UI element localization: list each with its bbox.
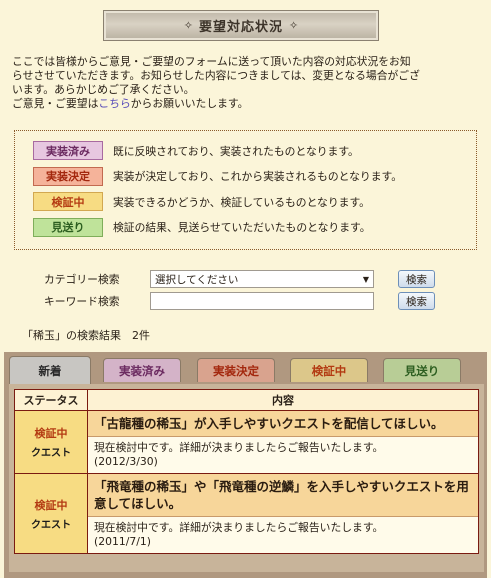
feedback-link[interactable]: こちら [98, 97, 130, 110]
results-title: 「稀玉」の検索結果 2件 [22, 329, 150, 342]
category-select[interactable]: 選択してください ▼ [150, 270, 374, 288]
legend-row: 実装済み 既に反映されており、実装されたものとなります。 [33, 138, 476, 163]
tab-new[interactable]: 新着 [9, 356, 91, 384]
request-title-line: 「飛竜種の稀玉」や「飛竜種の逆鱗」を入手しやすいクエストを用 [94, 479, 469, 494]
category-label: クエスト [31, 448, 71, 459]
tab-review[interactable]: 検証中 [290, 358, 368, 382]
keyword-search-button[interactable]: 検索 [398, 292, 435, 310]
status-badge-decided: 実装決定 [33, 166, 103, 186]
response-text: 現在検討中です。詳細が決まりましたらご報告いたします。 [94, 441, 384, 454]
legend-text: 既に反映されており、実装されたものとなります。 [113, 144, 359, 158]
status-badge-done: 実装済み [33, 141, 103, 160]
request-response: 現在検討中です。詳細が決まりましたらご報告いたします。 (2012/3/30) [88, 437, 478, 473]
intro-line-text: からお願いいたします。 [130, 97, 249, 110]
intro-text: ここでは皆様からご意見・ご要望のフォームに送って頂いた内容の対応状況をお知 らせ… [12, 55, 482, 111]
category-select-value: 選択してください [155, 273, 239, 286]
request-response: 現在検討中です。詳細が決まりましたらご報告いたします。 (2011/7/1) [88, 517, 478, 553]
status-label: 検証中 [34, 427, 68, 440]
table-header-row: ステータス 内容 [14, 389, 479, 411]
legend-text: 実装できるかどうか、検証しているものとなります。 [113, 195, 370, 209]
category-search-button[interactable]: 検索 [398, 270, 435, 288]
ornament-icon: ✧ [183, 19, 193, 32]
table-row: 検証中 クエスト 「古龍種の稀玉」が入手しやすいクエストを配信してほしい。 現在… [14, 410, 479, 474]
table-row: 検証中 クエスト 「飛竜種の稀玉」や「飛竜種の逆鱗」を入手しやすいクエストを用 … [14, 473, 479, 554]
status-column-header: ステータス [14, 389, 88, 411]
status-cell: 検証中 クエスト [14, 473, 88, 554]
request-title: 「飛竜種の稀玉」や「飛竜種の逆鱗」を入手しやすいクエストを用 意してほしい。 [88, 474, 478, 517]
tab-skipped[interactable]: 見送り [383, 358, 461, 382]
legend-row: 実装決定 実装が決定しており、これから実装されるものとなります。 [33, 164, 476, 189]
intro-line: らせさせていただきます。お知らせした内容につきましては、変更となる場合がござ [12, 69, 420, 82]
category-search-label: カテゴリー検索 [44, 273, 120, 286]
intro-line: います。あらかじめご了承ください。 [12, 83, 195, 96]
legend-text: 実装が決定しており、これから実装されるものとなります。 [113, 170, 403, 183]
response-date: (2012/3/30) [94, 455, 158, 468]
keyword-input[interactable] [150, 292, 374, 310]
dropdown-arrow-icon: ▼ [362, 274, 369, 284]
page-title: 要望対応状況 [198, 20, 283, 35]
page-header: ✧ 要望対応状況 ✧ [103, 10, 379, 41]
content-column-header: 内容 [87, 389, 479, 411]
intro-line: ご意見・ご要望はこちらからお願いいたします。 [12, 97, 482, 111]
content-cell: 「飛竜種の稀玉」や「飛竜種の逆鱗」を入手しやすいクエストを用 意してほしい。 現… [87, 473, 479, 554]
ornament-icon: ✧ [289, 19, 299, 32]
legend-row: 見送り 検証の結果、見送らせていただいたものとなります。 [33, 215, 476, 240]
tab-decided[interactable]: 実装決定 [197, 358, 275, 382]
legend-text: 検証の結果、見送らせていただいたものとなります。 [113, 221, 371, 234]
results-table-panel: ステータス 内容 検証中 クエスト 「古龍種の稀玉」が入手しやすいクエストを配信… [9, 384, 484, 572]
legend-row: 検証中 実装できるかどうか、検証しているものとなります。 [33, 189, 476, 214]
response-text: 現在検討中です。詳細が決まりましたらご報告いたします。 [94, 521, 384, 534]
intro-line: ここでは皆様からご意見・ご要望のフォームに送って頂いた内容の対応状況をお知 [12, 55, 411, 68]
search-form: カテゴリー検索 選択してください ▼ 検索 キーワード検索 検索 [44, 268, 444, 312]
keyword-search-label: キーワード検索 [44, 295, 120, 308]
status-badge-skipped: 見送り [33, 217, 103, 237]
content-cell: 「古龍種の稀玉」が入手しやすいクエストを配信してほしい。 現在検討中です。詳細が… [87, 410, 479, 474]
request-title: 「古龍種の稀玉」が入手しやすいクエストを配信してほしい。 [88, 411, 478, 437]
status-label: 検証中 [34, 498, 68, 512]
status-cell: 検証中 クエスト [14, 410, 88, 474]
results-table: ステータス 内容 検証中 クエスト 「古龍種の稀玉」が入手しやすいクエストを配信… [14, 389, 479, 554]
keyword-search-row: キーワード検索 検索 [44, 290, 444, 312]
status-legend: 実装済み 既に反映されており、実装されたものとなります。 実装決定 実装が決定し… [14, 130, 477, 250]
response-date: (2011/7/1) [94, 535, 151, 548]
request-title-line: 意してほしい。 [94, 496, 182, 511]
status-badge-review: 検証中 [33, 192, 103, 211]
intro-line-text: ご意見・ご要望は [12, 97, 99, 110]
tab-done[interactable]: 実装済み [103, 358, 181, 382]
category-label: クエスト [31, 519, 71, 531]
category-search-row: カテゴリー検索 選択してください ▼ 検索 [44, 268, 444, 290]
